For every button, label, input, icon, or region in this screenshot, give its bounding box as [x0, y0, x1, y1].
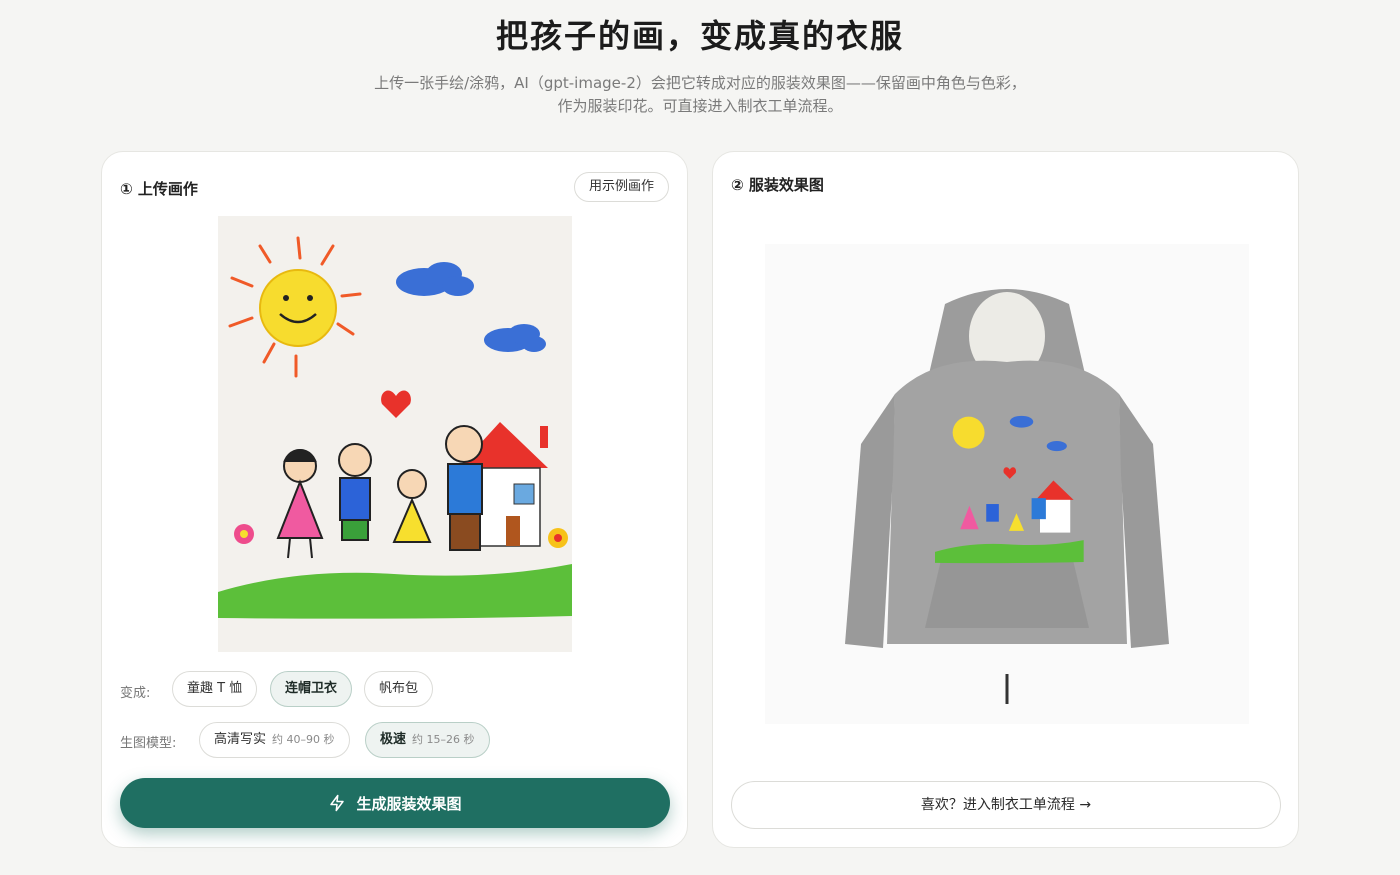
garment-preview: [765, 244, 1249, 724]
page-subtitle: 上传一张手绘/涂鸦，AI（gpt-image-2）会把它转成对应的服装效果图——…: [374, 74, 1026, 115]
uploaded-drawing[interactable]: [218, 216, 572, 652]
garment-option-tshirt[interactable]: 童趣 T 恤: [172, 671, 258, 707]
garment-option-tote-bag[interactable]: 帆布包: [364, 671, 434, 707]
enter-production-button[interactable]: 喜欢？进入制衣工单流程 →: [731, 781, 1281, 829]
garment-option-hoodie[interactable]: 连帽卫衣: [270, 671, 353, 707]
model-option-fast-hint: 约 15–26 秒: [412, 733, 475, 746]
result-panel: ② 服装效果图 喜欢？进入制衣工单流程 →: [712, 151, 1299, 848]
result-panel-title: ② 服装效果图: [731, 176, 824, 194]
upload-panel-title: ① 上传画作: [120, 180, 198, 198]
hero: 把孩子的画，变成真的衣服 上传一张手绘/涂鸦，AI（gpt-image-2）会把…: [0, 0, 1400, 118]
transform-label: 变成:: [120, 686, 151, 701]
model-option-fast[interactable]: 极速约 15–26 秒: [365, 722, 490, 758]
model-option-hd-label: 高清写实: [214, 732, 267, 747]
model-option-fast-label: 极速: [380, 732, 407, 747]
model-option-hd-hint: 约 40–90 秒: [272, 733, 335, 746]
child-drawing-image: [218, 216, 572, 652]
upload-panel: ① 上传画作 用示例画作 变成: 童趣 T 恤 连帽卫衣 帆布包 生图模型: 高…: [101, 151, 688, 848]
page-title: 把孩子的画，变成真的衣服: [495, 17, 904, 55]
hoodie-mockup-image: [765, 244, 1249, 724]
generate-button[interactable]: 生成服装效果图: [120, 778, 670, 828]
lightning-icon: [330, 794, 345, 812]
use-sample-button[interactable]: 用示例画作: [573, 172, 669, 202]
generate-button-label: 生成服装效果图: [356, 794, 462, 813]
model-option-hd[interactable]: 高清写实约 40–90 秒: [199, 722, 350, 758]
model-label: 生图模型:: [120, 736, 177, 751]
